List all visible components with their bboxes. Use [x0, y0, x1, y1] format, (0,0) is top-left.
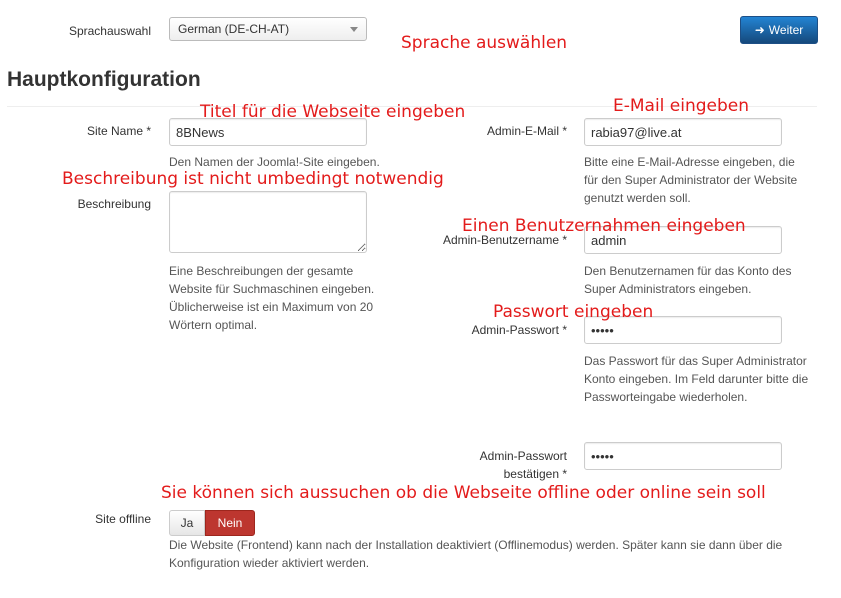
- description-help: Eine Beschreibungen der gesamte Website …: [169, 264, 375, 332]
- annotation-password: Passwort eingeben: [493, 302, 654, 322]
- annotation-description: Beschreibung ist nicht umbedingt notwend…: [62, 169, 444, 189]
- next-button[interactable]: ➜ Weiter: [740, 16, 818, 44]
- site-offline-label: Site offline: [95, 512, 151, 526]
- language-select-value: German (DE-CH-AT): [178, 22, 290, 36]
- annotation-username: Einen Benutzernahmen eingeben: [462, 216, 746, 236]
- admin-password-confirm-input[interactable]: [584, 442, 782, 470]
- next-button-label: Weiter: [768, 23, 804, 37]
- annotation-title: Titel für die Webseite eingeben: [200, 102, 466, 122]
- site-offline-help: Die Website (Frontend) kann nach der Ins…: [169, 538, 783, 570]
- language-select[interactable]: German (DE-CH-AT): [169, 17, 367, 41]
- chevron-down-icon: [350, 27, 358, 32]
- description-label: Beschreibung: [77, 197, 151, 211]
- language-label: Sprachauswahl: [68, 24, 151, 38]
- site-offline-yes-button[interactable]: Ja: [169, 510, 205, 536]
- description-textarea[interactable]: [169, 191, 367, 253]
- arrow-right-icon: ➜: [754, 23, 765, 37]
- site-offline-no-button[interactable]: Nein: [205, 510, 255, 536]
- page-title: Hauptkonfiguration: [7, 68, 201, 91]
- annotation-offline: Sie können sich aussuchen ob die Webseit…: [161, 483, 766, 503]
- annotation-language: Sprache auswählen: [401, 33, 568, 53]
- admin-password-help: Das Passwort für das Super Administrator…: [584, 354, 809, 404]
- admin-email-input[interactable]: [584, 118, 782, 146]
- site-name-input[interactable]: [169, 118, 367, 146]
- site-name-label: Site Name *: [86, 124, 151, 138]
- admin-username-help: Den Benutzernamen für das Konto des Supe…: [584, 264, 792, 296]
- annotation-email: E-Mail eingeben: [613, 96, 750, 116]
- admin-password-confirm-label: Admin-Passwort bestätigen *: [479, 449, 567, 481]
- admin-email-label: Admin-E-Mail *: [486, 124, 567, 138]
- admin-email-help: Bitte eine E-Mail-Adresse eingeben, die …: [584, 155, 798, 205]
- admin-password-label: Admin-Passwort *: [471, 323, 567, 337]
